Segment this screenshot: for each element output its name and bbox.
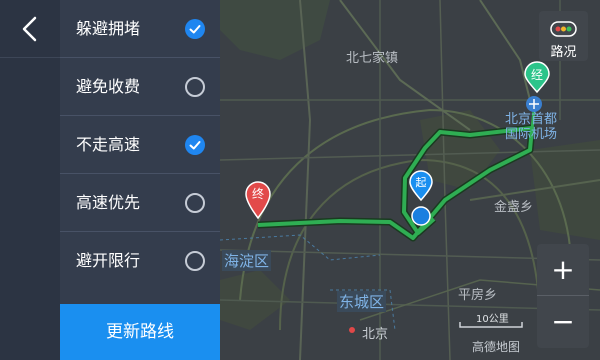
back-button[interactable] <box>0 0 60 58</box>
checked-icon[interactable] <box>185 19 205 39</box>
unchecked-icon[interactable] <box>185 193 205 213</box>
map-label-jinzhan: 金盏乡 <box>494 200 534 215</box>
option-no-highway[interactable]: 不走高速 <box>60 116 220 174</box>
end-marker-text: 终 <box>252 186 264 201</box>
traffic-toggle-button[interactable]: 路况 <box>539 11 588 61</box>
map-watermark: 高德地图 <box>472 340 521 354</box>
option-label: 不走高速 <box>76 135 141 154</box>
map-label-beijing: 北京 <box>362 327 389 342</box>
option-label: 躲避拥堵 <box>76 19 141 38</box>
traffic-icon <box>550 21 577 37</box>
unchecked-icon[interactable] <box>185 251 205 271</box>
chevron-left-icon <box>22 16 37 41</box>
plus-icon: + <box>551 253 575 286</box>
back-column <box>0 0 60 360</box>
map-label-beiqijia: 北七家镇 <box>346 51 399 66</box>
unchecked-icon[interactable] <box>185 77 205 97</box>
option-label: 避免收费 <box>76 77 141 96</box>
option-avoid-restrictions[interactable]: 避开限行 <box>60 232 220 290</box>
option-label: 高速优先 <box>76 193 141 212</box>
scale-label: 10公里 <box>476 314 509 325</box>
zoom-out-button[interactable]: − <box>537 296 589 348</box>
update-route-button[interactable]: 更新路线 <box>60 304 220 360</box>
option-label: 避开限行 <box>76 251 141 270</box>
svg-text:经: 经 <box>531 68 543 82</box>
option-highway-first[interactable]: 高速优先 <box>60 174 220 232</box>
map-label-pingfang: 平房乡 <box>458 288 498 303</box>
checked-icon[interactable] <box>185 135 205 155</box>
map-label-airport: 北京首都 国际机场 <box>505 112 558 142</box>
map-label-haidian: 海淀区 <box>222 250 272 271</box>
option-avoid-tolls[interactable]: 避免收费 <box>60 58 220 116</box>
svg-text:起: 起 <box>416 176 427 189</box>
option-avoid-congestion[interactable]: 躲避拥堵 <box>60 0 220 58</box>
traffic-label: 路况 <box>550 45 577 60</box>
current-location-dot <box>411 206 431 226</box>
zoom-in-button[interactable]: + <box>537 244 589 296</box>
minus-icon: − <box>551 305 575 338</box>
map-label-dongcheng: 东城区 <box>337 291 387 312</box>
